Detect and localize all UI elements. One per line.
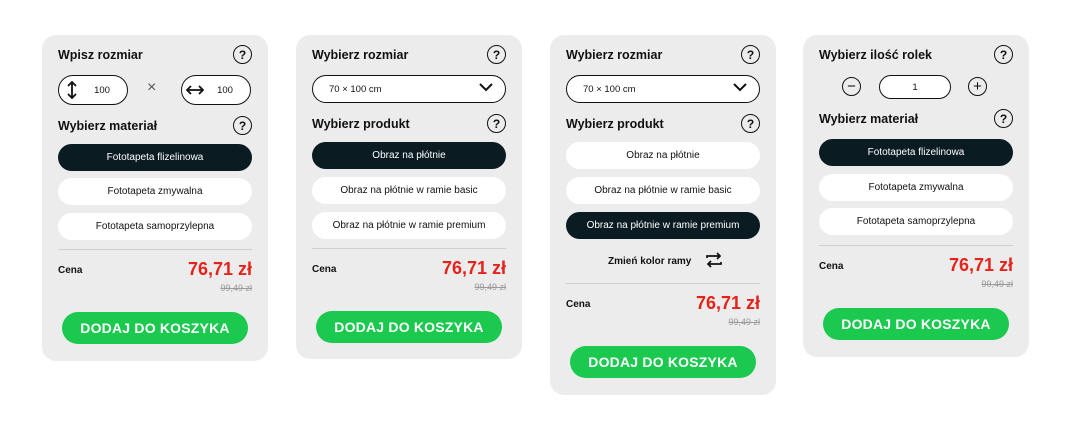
size-header: Wybierz rozmiar ? bbox=[312, 45, 506, 64]
old-price: 99,49 zł bbox=[981, 279, 1013, 289]
horizontal-arrow-icon bbox=[182, 84, 208, 96]
custom-size-card: Wpisz rozmiar ? 100 × 100 Wybierz materi… bbox=[42, 35, 268, 361]
product-option[interactable]: Obraz na płótnie w ramie basic bbox=[312, 177, 506, 204]
times-sign: × bbox=[147, 79, 157, 96]
divider bbox=[312, 248, 506, 249]
material-header: Wybierz materiał ? bbox=[819, 109, 1013, 128]
price: 76,71 zł bbox=[187, 259, 252, 279]
material-option[interactable]: Fototapeta samoprzylepna bbox=[819, 208, 1013, 235]
rolls-heading: Wybierz ilość rolek bbox=[819, 47, 933, 62]
product-heading: Wybierz produkt bbox=[566, 116, 664, 131]
size-heading: Wpisz rozmiar bbox=[58, 47, 143, 62]
quantity-input[interactable]: 1 bbox=[879, 75, 951, 99]
price-label: Cena bbox=[312, 264, 337, 275]
price-label: Cena bbox=[819, 261, 844, 272]
chevron-down-icon bbox=[733, 83, 747, 95]
price: 76,71 zł bbox=[695, 293, 760, 313]
size-header: Wybierz rozmiar ? bbox=[566, 45, 760, 64]
add-to-cart-button[interactable]: DODAJ DO KOSZYKA bbox=[316, 311, 502, 343]
rolls-card: Wybierz ilość rolek ? − 1 + Wybierz mate… bbox=[803, 35, 1029, 357]
help-icon[interactable]: ? bbox=[487, 45, 506, 64]
canvas-size-card: Wybierz rozmiar ? 70 × 100 cm Wybierz pr… bbox=[296, 35, 522, 359]
help-icon[interactable]: ? bbox=[233, 116, 252, 135]
old-price: 99,49 zł bbox=[220, 283, 252, 293]
change-frame-color-button[interactable]: Zmień kolor ramy bbox=[608, 252, 723, 271]
material-heading: Wybierz materiał bbox=[819, 111, 919, 126]
product-option[interactable]: Obraz na płótnie w ramie premium bbox=[312, 212, 506, 239]
divider bbox=[819, 245, 1013, 246]
material-option[interactable]: Fototapeta samoprzylepna bbox=[58, 213, 252, 240]
material-option-selected[interactable]: Fototapeta flizelinowa bbox=[58, 144, 252, 171]
height-input[interactable]: 100 bbox=[58, 75, 128, 105]
product-option[interactable]: Obraz na płótnie bbox=[566, 142, 760, 169]
price: 76,71 zł bbox=[441, 258, 506, 278]
help-icon[interactable]: ? bbox=[994, 45, 1013, 64]
size-header: Wpisz rozmiar ? bbox=[58, 45, 252, 64]
add-to-cart-button[interactable]: DODAJ DO KOSZYKA bbox=[62, 312, 248, 344]
product-option-selected[interactable]: Obraz na płótnie w ramie premium bbox=[566, 212, 760, 239]
quantity-value: 1 bbox=[912, 81, 918, 93]
product-heading: Wybierz produkt bbox=[312, 116, 410, 131]
height-value: 100 bbox=[94, 84, 110, 96]
width-input[interactable]: 100 bbox=[181, 75, 251, 105]
width-value: 100 bbox=[217, 84, 233, 96]
help-icon[interactable]: ? bbox=[741, 45, 760, 64]
add-to-cart-button[interactable]: DODAJ DO KOSZYKA bbox=[823, 308, 1009, 340]
product-header: Wybierz produkt ? bbox=[566, 114, 760, 133]
divider bbox=[58, 249, 252, 250]
frame-color-label: Zmień kolor ramy bbox=[608, 256, 692, 267]
vertical-arrow-icon bbox=[59, 81, 85, 99]
swap-arrows-icon bbox=[705, 252, 723, 271]
canvas-frame-card: Wybierz rozmiar ? 70 × 100 cm Wybierz pr… bbox=[550, 35, 776, 395]
material-option[interactable]: Fototapeta zmywalna bbox=[58, 178, 252, 205]
material-option[interactable]: Fototapeta zmywalna bbox=[819, 174, 1013, 201]
material-option-selected[interactable]: Fototapeta flizelinowa bbox=[819, 139, 1013, 166]
add-to-cart-button[interactable]: DODAJ DO KOSZYKA bbox=[570, 346, 756, 378]
old-price: 99,49 zł bbox=[474, 282, 506, 292]
chevron-down-icon bbox=[479, 83, 493, 95]
price-label: Cena bbox=[58, 265, 83, 276]
material-header: Wybierz materiał ? bbox=[58, 116, 252, 135]
size-select-value: 70 × 100 cm bbox=[329, 83, 382, 95]
product-header: Wybierz produkt ? bbox=[312, 114, 506, 133]
product-option-selected[interactable]: Obraz na płótnie bbox=[312, 142, 506, 169]
plus-button[interactable]: + bbox=[968, 77, 987, 96]
divider bbox=[566, 283, 760, 284]
size-select-value: 70 × 100 cm bbox=[583, 83, 636, 95]
product-option[interactable]: Obraz na płótnie w ramie basic bbox=[566, 177, 760, 204]
price-label: Cena bbox=[566, 299, 591, 310]
size-heading: Wybierz rozmiar bbox=[566, 47, 663, 62]
help-icon[interactable]: ? bbox=[487, 114, 506, 133]
rolls-header: Wybierz ilość rolek ? bbox=[819, 45, 1013, 64]
old-price: 99,49 zł bbox=[728, 317, 760, 327]
help-icon[interactable]: ? bbox=[233, 45, 252, 64]
material-heading: Wybierz materiał bbox=[58, 118, 158, 133]
minus-button[interactable]: − bbox=[842, 77, 861, 96]
help-icon[interactable]: ? bbox=[994, 109, 1013, 128]
price: 76,71 zł bbox=[948, 255, 1013, 275]
size-select[interactable]: 70 × 100 cm bbox=[312, 75, 506, 103]
size-select[interactable]: 70 × 100 cm bbox=[566, 75, 760, 103]
size-heading: Wybierz rozmiar bbox=[312, 47, 409, 62]
help-icon[interactable]: ? bbox=[741, 114, 760, 133]
